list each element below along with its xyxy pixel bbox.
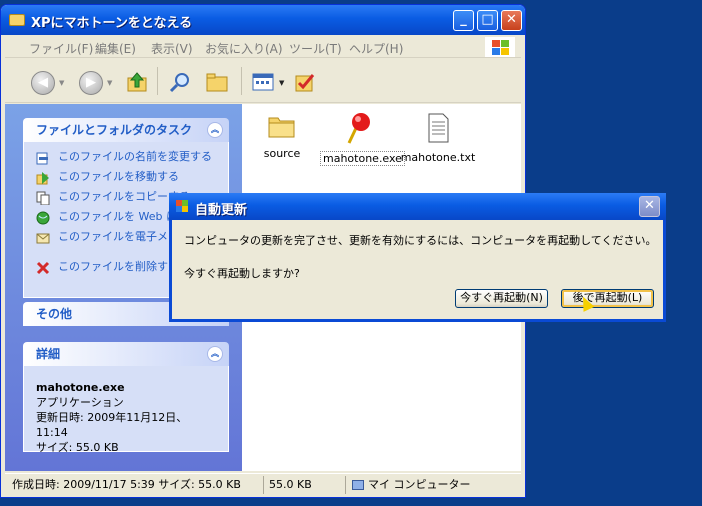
panel-title: その他 (36, 307, 73, 321)
menu-edit[interactable]: 編集(E) (95, 40, 136, 57)
file-item-mahotone-txt[interactable]: mahotone.txt (398, 112, 478, 164)
dialog-title: 自動更新 (195, 203, 248, 218)
menu-favorites[interactable]: お気に入り(A) (205, 40, 283, 57)
status-location-label: マイ コンピューター (368, 478, 471, 491)
details-panel: 詳細 ︽ mahotone.exe アプリケーション 更新日時: 2009年11… (23, 342, 229, 454)
menu-bar: ファイル(F) 編集(E) 表示(V) お気に入り(A) ツール(T) ヘルプ(… (5, 36, 521, 58)
sync-check-icon[interactable] (293, 71, 317, 93)
menu-help[interactable]: ヘルプ(H) (349, 40, 403, 57)
text-file-icon (428, 113, 449, 143)
task-label: このファイルの名前を変更する (58, 150, 212, 163)
toolbar: ◀ ▼ ▶ ▼ ▼ (5, 59, 521, 103)
detail-modified: 更新日時: 2009年11月12日、11:14 (36, 411, 188, 439)
window-title: XPにマホトーンをとなえる (31, 16, 193, 31)
restart-later-button[interactable]: 後で再起動(L) (561, 289, 654, 308)
back-icon[interactable]: ◀ (31, 71, 55, 95)
menu-view[interactable]: 表示(V) (151, 40, 193, 57)
windows-logo-icon (485, 37, 515, 57)
pin-icon (347, 113, 370, 144)
dialog-close-button[interactable]: ✕ (639, 196, 660, 217)
menu-file[interactable]: ファイル(F) (29, 40, 93, 57)
dialog-title-bar: 自動更新 ✕ (169, 193, 666, 220)
status-size: 55.0 KB (263, 476, 345, 494)
close-button[interactable]: ✕ (501, 10, 522, 31)
detail-size: サイズ: 55.0 KB (36, 441, 119, 454)
title-bar: XPにマホトーンをとなえる _ □ ✕ (1, 5, 525, 35)
email-icon (36, 233, 50, 244)
dialog-message: コンピュータの更新を完了させ、更新を有効にするには、コンピュータを再起動してくだ… (184, 234, 657, 247)
maximize-button[interactable]: □ (477, 10, 498, 31)
task-rename[interactable]: このファイルの名前を変更する (36, 150, 218, 170)
status-info: 作成日時: 2009/11/17 5:39 サイズ: 55.0 KB (12, 478, 241, 491)
task-label: このファイルを削除する (58, 260, 179, 273)
minimize-button[interactable]: _ (453, 10, 474, 31)
forward-icon[interactable]: ▶ (79, 71, 103, 95)
task-label: このファイルを移動する (58, 170, 179, 183)
up-folder-icon[interactable] (125, 71, 149, 93)
detail-filename: mahotone.exe (36, 381, 125, 394)
delete-icon (36, 261, 50, 275)
windows-update-icon (176, 200, 188, 212)
file-item-source[interactable]: source (242, 112, 322, 160)
file-label: mahotone.exe (320, 151, 405, 166)
copy-icon (36, 191, 50, 205)
back-dropdown-icon[interactable]: ▼ (59, 79, 64, 87)
task-move[interactable]: このファイルを移動する (36, 170, 218, 190)
folder-icon (9, 14, 25, 26)
collapse-icon[interactable]: ︽ (207, 346, 223, 362)
status-location: マイ コンピューター (345, 476, 515, 494)
collapse-icon[interactable]: ︽ (207, 122, 223, 138)
panel-title: 詳細 (36, 347, 61, 361)
status-bar: 作成日時: 2009/11/17 5:39 サイズ: 55.0 KB 55.0 … (5, 473, 521, 495)
dialog-question: 今すぐ再起動しますか? (184, 267, 300, 280)
rename-icon (36, 152, 48, 165)
search-icon[interactable] (169, 71, 193, 93)
panel-title: ファイルとフォルダのタスク (36, 123, 193, 137)
menu-tools[interactable]: ツール(T) (289, 40, 342, 57)
file-tasks-header[interactable]: ファイルとフォルダのタスク ︽ (23, 118, 229, 142)
restart-now-button[interactable]: 今すぐ再起動(N) (455, 289, 548, 308)
folders-icon[interactable] (205, 71, 229, 93)
views-icon[interactable] (251, 71, 275, 93)
file-item-mahotone-exe[interactable]: mahotone.exe (320, 112, 405, 166)
move-icon (36, 172, 49, 185)
details-header[interactable]: 詳細 ︽ (23, 342, 229, 366)
detail-type: アプリケーション (36, 396, 124, 409)
file-label: source (263, 147, 301, 160)
globe-icon (36, 211, 50, 225)
forward-dropdown-icon[interactable]: ▼ (107, 79, 112, 87)
file-label: mahotone.txt (400, 151, 476, 164)
folder-icon (268, 117, 295, 138)
views-dropdown-icon[interactable]: ▼ (279, 79, 284, 87)
my-computer-icon (352, 480, 364, 490)
